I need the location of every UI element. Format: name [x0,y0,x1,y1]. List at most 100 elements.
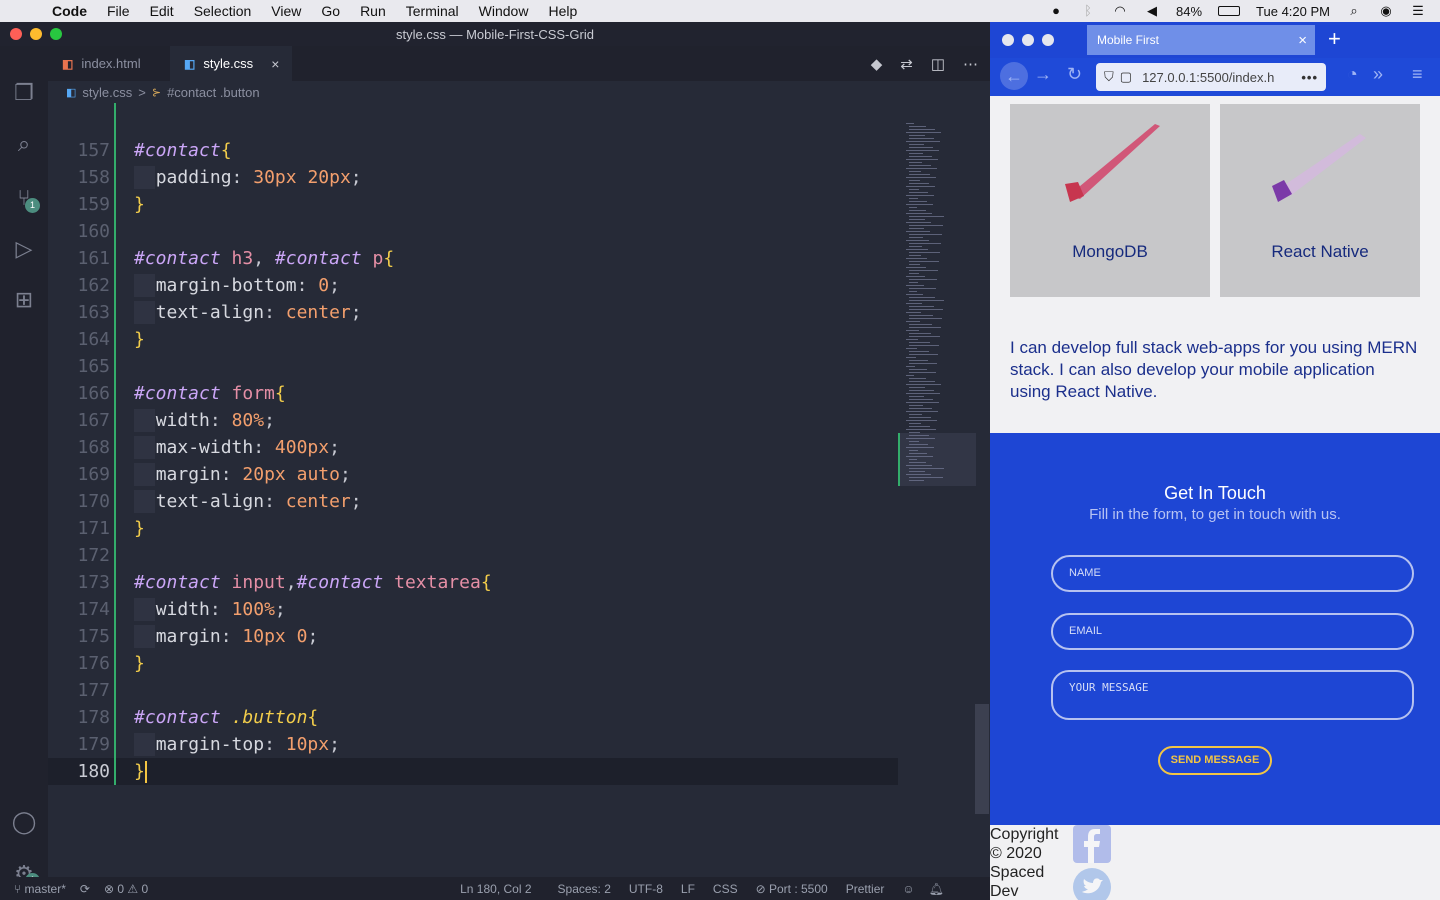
code-line[interactable]: 163 text-align: center; [48,299,898,326]
notifications-icon[interactable]: 🔔︎ [929,882,944,896]
line-number: 158 [77,167,110,188]
menu-item-help[interactable]: Help [548,3,577,19]
control-center-icon[interactable]: ☰ [1410,4,1426,18]
code-line[interactable]: 169 margin: 20px auto; [48,461,898,488]
url-bar[interactable]: ⛉ ▢ 127.0.0.1:5500/index.h ••• [1096,63,1326,91]
code-line[interactable]: 173 #contact input,#contact textarea{ [48,569,898,596]
minimap-viewport[interactable] [898,433,976,486]
code-line[interactable]: 158 padding: 30px 20px; [48,164,898,191]
menu-item-edit[interactable]: Edit [150,3,174,19]
shield-icon[interactable]: ⛉ [1104,69,1114,85]
extension-icon[interactable]: ◔ [1347,64,1358,85]
reload-icon[interactable]: ↻ [1067,64,1082,85]
menu-item-window[interactable]: Window [479,3,529,19]
code-line[interactable]: 176} [48,650,898,677]
run-debug-icon[interactable]: ▷ [10,235,38,263]
problems-status[interactable]: ⊗ 0 ⚠ 0 [104,882,148,896]
open-changes-icon[interactable]: ⇄ [900,55,913,73]
live-server-port[interactable]: ⊘ Port : 5500 [756,882,828,896]
minimize-window-button[interactable] [30,28,42,40]
overflow-chevron-icon[interactable]: » [1373,64,1383,85]
breadcrumb-file[interactable]: style.css [82,85,132,100]
name-field[interactable]: NAME [1051,555,1414,592]
code-line[interactable]: 177 [48,677,898,704]
indentation-status[interactable]: Spaces: 2 [558,882,611,896]
code-line[interactable]: 161 #contact h3, #contact p{ [48,245,898,272]
clock[interactable]: Tue 4:20 PM [1256,4,1330,19]
battery-icon[interactable] [1218,6,1241,16]
close-window-button[interactable] [1002,34,1014,46]
code-line[interactable]: 180} [48,758,898,785]
git-compare-icon[interactable]: ◆ [871,55,883,73]
code-line[interactable]: 178 #contact .button{ [48,704,898,731]
minimap[interactable] [898,103,976,877]
code-line[interactable]: 166 #contact form{ [48,380,898,407]
minimize-window-button[interactable] [1022,34,1034,46]
code-line[interactable]: 168 max-width: 400px; [48,434,898,461]
language-status[interactable]: CSS [713,882,738,896]
spotlight-search-icon[interactable]: ⌕ [1346,4,1362,18]
code-line[interactable]: 171} [48,515,898,542]
back-arrow-icon[interactable]: ← [1000,62,1028,90]
battery-percent[interactable]: 84% [1176,4,1202,19]
code-line[interactable]: 164} [48,326,898,353]
code-line[interactable] [48,110,898,137]
code-line[interactable]: 179 margin-top: 10px; [48,731,898,758]
tab-index-html[interactable]: ◧ index.html [48,46,168,81]
code-line[interactable]: 160 [48,218,898,245]
new-tab-button[interactable]: + [1328,26,1341,52]
zoom-window-button[interactable] [1042,34,1054,46]
feedback-icon[interactable]: ☺ [902,882,914,896]
zoom-window-button[interactable] [50,28,62,40]
cursor-position[interactable]: Ln 180, Col 2 [460,882,531,896]
code-line[interactable]: 172 [48,542,898,569]
menu-item-code[interactable]: Code [52,3,87,19]
check-circle-icon[interactable]: ● [1048,4,1064,18]
message-textarea[interactable]: YOUR MESSAGE [1051,670,1414,720]
prettier-status[interactable]: Prettier [846,882,885,896]
twitter-icon[interactable] [1073,868,1111,900]
volume-icon[interactable]: ◀ [1144,4,1160,18]
code-editor[interactable]: 157 #contact{158 padding: 30px 20px; 159} 1… [48,103,898,877]
facebook-icon[interactable] [1073,825,1111,863]
menu-item-view[interactable]: View [271,3,301,19]
encoding-status[interactable]: UTF-8 [629,882,663,896]
eol-status[interactable]: LF [681,882,695,896]
code-line[interactable]: 170 text-align: center; [48,488,898,515]
editor-scrollbar[interactable] [975,704,989,814]
sync-icon[interactable]: ⟳ [80,882,90,896]
split-editor-icon[interactable]: ◫ [931,55,945,73]
code-line[interactable]: 167 width: 80%; [48,407,898,434]
forward-arrow-icon[interactable]: → [1034,64,1052,85]
menu-item-file[interactable]: File [107,3,130,19]
menu-item-selection[interactable]: Selection [194,3,252,19]
code-line[interactable]: 175 margin: 10px 0; [48,623,898,650]
explorer-icon[interactable]: ❐ [10,79,38,107]
close-tab-icon[interactable]: × [271,56,279,72]
code-line[interactable]: 159} [48,191,898,218]
send-message-button[interactable]: SEND MESSAGE [1158,746,1272,775]
code-line[interactable]: 157 #contact{ [48,137,898,164]
siri-icon[interactable]: ◉ [1378,4,1394,18]
account-icon[interactable]: ◯ [10,808,38,836]
email-field[interactable]: EMAIL [1051,613,1414,650]
menu-item-terminal[interactable]: Terminal [406,3,459,19]
wifi-icon[interactable]: ◠ [1112,4,1128,18]
more-actions-icon[interactable]: ⋯ [963,55,978,73]
close-tab-icon[interactable]: × [1298,32,1307,49]
extensions-icon[interactable]: ⊞ [10,286,38,314]
breadcrumb-symbol[interactable]: #contact .button [167,85,260,100]
tab-style-css[interactable]: ◧ style.css × [170,46,292,81]
code-line[interactable]: 165 [48,353,898,380]
close-window-button[interactable] [10,28,22,40]
branch-status[interactable]: ⑂ master* [14,882,66,896]
code-line[interactable]: 174 width: 100%; [48,596,898,623]
page-actions-icon[interactable]: ••• [1301,70,1318,85]
menu-item-run[interactable]: Run [360,3,386,19]
menu-item-go[interactable]: Go [321,3,340,19]
code-line[interactable]: 162 margin-bottom: 0; [48,272,898,299]
hamburger-menu-icon[interactable]: ≡ [1412,64,1423,85]
search-icon[interactable]: ⌕ [10,130,38,158]
bluetooth-icon[interactable]: ᛒ [1080,4,1096,18]
browser-tab[interactable]: Mobile First × [1087,25,1315,55]
